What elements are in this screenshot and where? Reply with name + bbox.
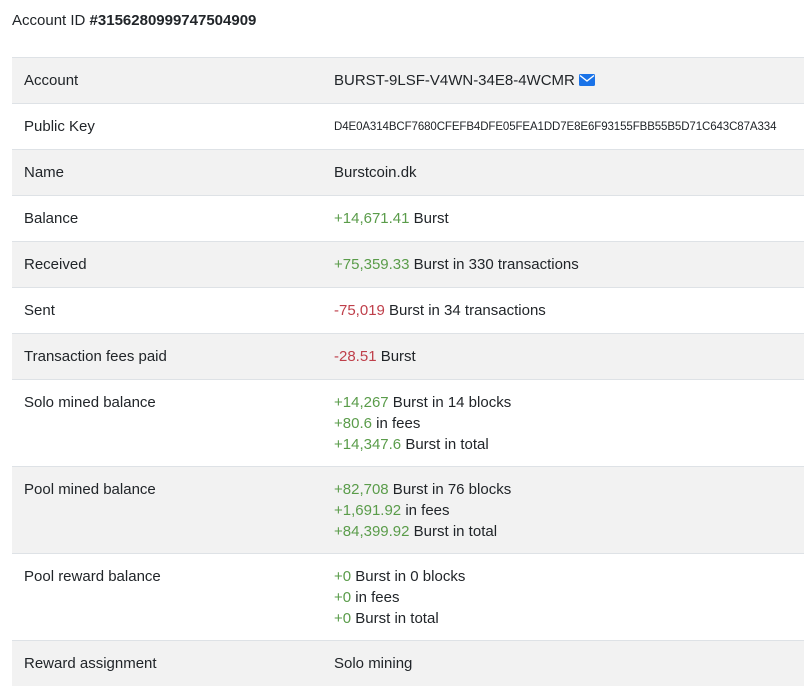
amount-suffix: in fees [401, 502, 450, 519]
row-solo-mined-balance: Solo mined balance +14,267 Burst in 14 b… [12, 379, 804, 467]
row-label: Balance [24, 210, 79, 227]
row-reward-assignment: Reward assignment Solo mining [12, 640, 804, 686]
amount: +14,671.41 [334, 210, 410, 227]
row-value: +82,708 Burst in 76 blocks +1,691.92 in … [322, 467, 804, 554]
amount: +84,399.92 [334, 523, 410, 540]
value-line: +80.6 in fees [334, 413, 792, 434]
amount-suffix: Burst in total [409, 523, 498, 540]
row-label: Pool mined balance [24, 481, 156, 498]
amount: +0 [334, 589, 352, 606]
account-id-value: #3156280999747504909 [89, 12, 257, 29]
row-value: -75,019 Burst in 34 transactions [322, 288, 804, 334]
envelope-icon[interactable] [578, 71, 595, 86]
account-id-label: Account ID [12, 12, 86, 29]
value-line: +1,691.92 in fees [334, 500, 792, 521]
amount-suffix: Burst [376, 348, 416, 365]
row-value: +75,359.33 Burst in 330 transactions [322, 242, 804, 288]
amount: -75,019 [334, 302, 385, 319]
value-line: +14,267 Burst in 14 blocks [334, 392, 792, 413]
row-value: +0 Burst in 0 blocks +0 in fees +0 Burst… [322, 554, 804, 641]
row-label: Public Key [24, 118, 95, 135]
row-value: +14,267 Burst in 14 blocks +80.6 in fees… [322, 380, 804, 467]
amount-suffix: Burst [409, 210, 449, 227]
amount: +14,347.6 [334, 436, 402, 453]
row-value: D4E0A314BCF7680CFEFB4DFE05FEA1DD7E8E6F93… [322, 104, 804, 150]
account-heading: Account ID #3156280999747504909 [12, 11, 256, 31]
row-name: Name Burstcoin.dk [12, 149, 804, 196]
row-balance: Balance +14,671.41 Burst [12, 195, 804, 242]
row-label: Reward assignment [24, 655, 157, 672]
account-address: BURST-9LSF-V4WN-34E8-4WCMR [334, 72, 575, 89]
row-value: Solo mining [334, 655, 413, 672]
value-line: +84,399.92 Burst in total [334, 521, 792, 542]
amount-suffix: Burst in 330 transactions [409, 256, 579, 273]
amount-suffix: Burst in 14 blocks [388, 394, 512, 411]
amount: +1,691.92 [334, 502, 402, 519]
amount-suffix: Burst in 76 blocks [388, 481, 512, 498]
public-key-value: D4E0A314BCF7680CFEFB4DFE05FEA1DD7E8E6F93… [334, 121, 777, 133]
amount: +82,708 [334, 481, 389, 498]
amount: +75,359.33 [334, 256, 410, 273]
amount: +14,267 [334, 394, 389, 411]
value-line: +0 in fees [334, 587, 792, 608]
amount-suffix: in fees [371, 415, 421, 432]
amount-suffix: Burst in 0 blocks [351, 568, 466, 585]
amount-suffix: Burst in total [401, 436, 489, 453]
value-line: +82,708 Burst in 76 blocks [334, 479, 792, 500]
row-label: Pool reward balance [24, 568, 161, 585]
row-value: +14,671.41 Burst [322, 196, 804, 242]
row-label: Transaction fees paid [24, 348, 167, 365]
account-details-table: Account BURST-9LSF-V4WN-34E8-4WCMR Publi… [12, 57, 804, 686]
row-label: Account [24, 72, 79, 89]
row-account: Account BURST-9LSF-V4WN-34E8-4WCMR [12, 57, 804, 104]
row-received: Received +75,359.33 Burst in 330 transac… [12, 241, 804, 288]
amount: +0 [334, 568, 352, 585]
amount: +80.6 [334, 415, 372, 432]
amount: +0 [334, 610, 352, 627]
row-transaction-fees: Transaction fees paid -28.51 Burst [12, 333, 804, 380]
row-sent: Sent -75,019 Burst in 34 transactions [12, 287, 804, 334]
row-pool-reward-balance: Pool reward balance +0 Burst in 0 blocks… [12, 553, 804, 641]
row-label: Received [24, 256, 87, 273]
row-pool-mined-balance: Pool mined balance +82,708 Burst in 76 b… [12, 466, 804, 554]
amount-suffix: in fees [351, 589, 400, 606]
row-label: Name [24, 164, 65, 181]
amount-suffix: Burst in total [351, 610, 439, 627]
row-value: -28.51 Burst [322, 334, 804, 380]
row-value: BURST-9LSF-V4WN-34E8-4WCMR [322, 58, 804, 104]
amount-suffix: Burst in 34 transactions [384, 302, 546, 319]
row-label: Sent [24, 302, 55, 319]
amount: -28.51 [334, 348, 377, 365]
value-line: +0 Burst in total [334, 608, 792, 629]
value-line: +14,347.6 Burst in total [334, 434, 792, 455]
row-public-key: Public Key D4E0A314BCF7680CFEFB4DFE05FEA… [12, 103, 804, 150]
value-line: +0 Burst in 0 blocks [334, 566, 792, 587]
row-label: Solo mined balance [24, 394, 156, 411]
row-value: Burstcoin.dk [334, 164, 417, 181]
